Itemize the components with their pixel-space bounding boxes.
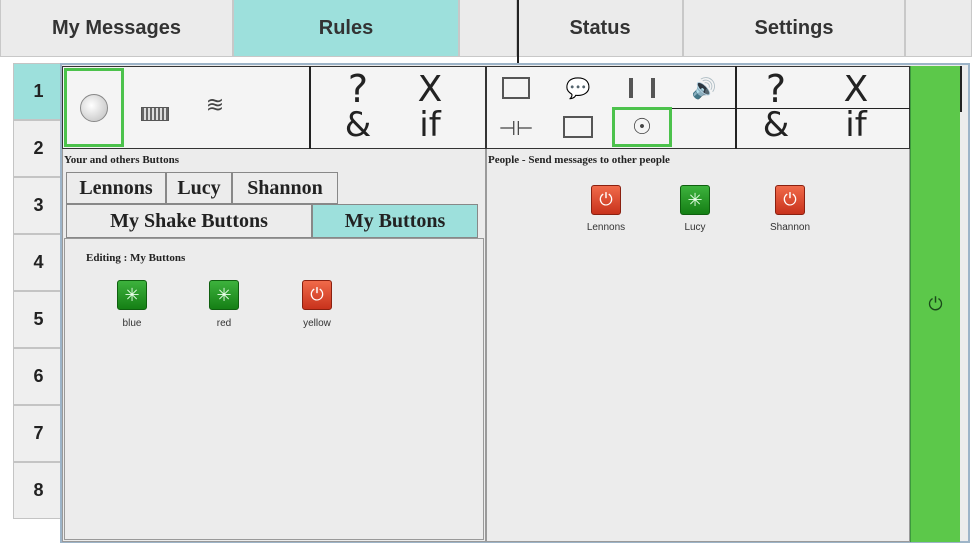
tab-my-messages[interactable]: My Messages — [0, 0, 233, 57]
tab-rules[interactable]: Rules — [233, 0, 459, 57]
and-icon-right[interactable]: & — [746, 108, 806, 142]
tab-divider — [517, 0, 519, 68]
person-tab-lennons[interactable]: Lennons — [66, 172, 166, 204]
side-tab-6[interactable]: 6 — [13, 348, 63, 405]
if-icon-right[interactable]: if — [826, 108, 886, 142]
keyboard-icon[interactable] — [130, 84, 180, 134]
sensor-knob-icon[interactable] — [64, 68, 124, 147]
person-shannon[interactable]: ⏻ — [775, 185, 805, 215]
cross-icon-right[interactable]: X — [826, 72, 886, 108]
shake-icon[interactable]: ≋ — [190, 80, 240, 130]
right-panel-heading: People - Send messages to other people — [488, 154, 670, 166]
signal-icon[interactable]: ⊣⊢ — [496, 112, 536, 144]
tab-status[interactable]: Status — [517, 0, 683, 57]
if-icon[interactable]: if — [400, 108, 460, 142]
power-bar-tick — [960, 66, 962, 112]
button-blue-label: blue — [122, 318, 142, 329]
button-yellow-label: yellow — [303, 318, 331, 329]
cross-icon[interactable]: X — [400, 72, 460, 108]
and-icon[interactable]: & — [328, 108, 388, 142]
tab-blank-2[interactable] — [905, 0, 972, 57]
envelope-icon[interactable] — [558, 110, 598, 144]
power-bar[interactable]: ⏻ — [910, 66, 960, 542]
power-icon[interactable]: ⏻ — [928, 294, 942, 315]
button-red[interactable]: ✳ — [209, 280, 239, 310]
button-blue[interactable]: ✳ — [117, 280, 147, 310]
person-lennons[interactable]: ⏻ — [591, 185, 621, 215]
person-lucy-label: Lucy — [684, 222, 706, 233]
left-toolbar-divider — [309, 66, 311, 149]
tab-settings[interactable]: Settings — [683, 0, 905, 57]
left-panel-heading: Your and others Buttons — [64, 154, 180, 166]
people-icon[interactable]: ☉ — [612, 107, 672, 147]
person-shannon-label: Shannon — [769, 222, 811, 233]
editing-heading: Editing : My Buttons — [86, 252, 186, 264]
tab-blank-1[interactable] — [459, 0, 517, 57]
side-tab-5[interactable]: 5 — [13, 291, 63, 348]
tab-my-shake-buttons[interactable]: My Shake Buttons — [66, 204, 312, 238]
side-tab-1[interactable]: 1 — [13, 63, 63, 120]
side-tab-8[interactable]: 8 — [13, 462, 63, 519]
question-icon[interactable]: ? — [328, 70, 388, 108]
side-tab-4[interactable]: 4 — [13, 234, 63, 291]
question-icon-right[interactable]: ? — [746, 70, 806, 108]
person-lennons-label: Lennons — [586, 222, 626, 233]
side-tab-2[interactable]: 2 — [13, 120, 63, 177]
person-tab-shannon[interactable]: Shannon — [232, 172, 338, 204]
speaker-icon[interactable]: 🔊 — [684, 70, 724, 106]
speech-icon[interactable]: 💬 — [558, 70, 598, 106]
side-tab-3[interactable]: 3 — [13, 177, 63, 234]
button-yellow[interactable]: ⏻ — [302, 280, 332, 310]
vibrate-icon[interactable] — [622, 70, 662, 106]
button-red-label: red — [216, 318, 232, 329]
side-tab-7[interactable]: 7 — [13, 405, 63, 462]
person-lucy[interactable]: ✳ — [680, 185, 710, 215]
monitor-icon[interactable] — [496, 70, 536, 106]
tab-my-buttons[interactable]: My Buttons — [312, 204, 478, 238]
person-tab-lucy[interactable]: Lucy — [166, 172, 232, 204]
